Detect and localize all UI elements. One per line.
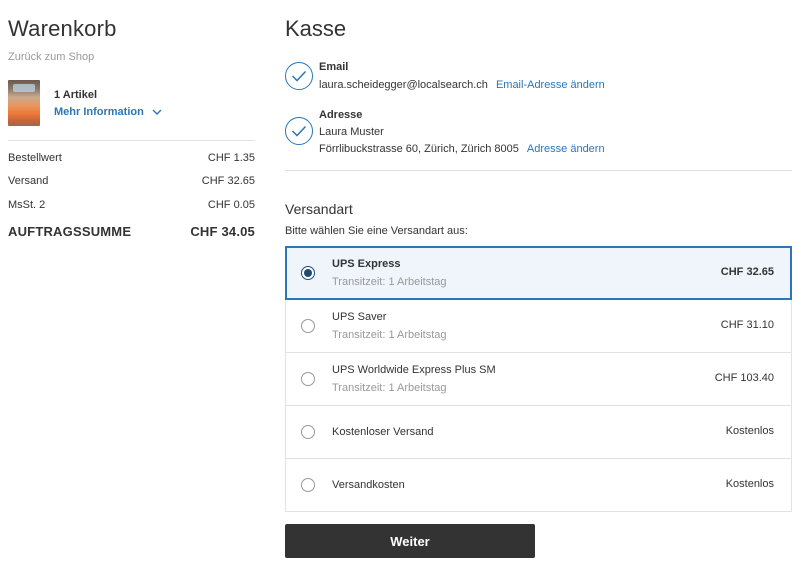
email-label: Email: [319, 61, 349, 73]
more-info-toggle[interactable]: Mehr Information: [54, 106, 162, 118]
radio[interactable]: [301, 425, 315, 439]
option-name: UPS Saver: [332, 311, 387, 323]
option-price: CHF 32.65: [720, 266, 774, 278]
summary-value: CHF 32.65: [201, 175, 255, 187]
checkmark-icon: [291, 125, 307, 137]
address-row: Förrlibuckstrasse 60, Zürich, Zürich 800…: [319, 143, 605, 155]
email-value: laura.scheidegger@localsearch.ch: [319, 79, 488, 91]
radio[interactable]: [301, 372, 315, 386]
checkout-title: Kasse: [285, 16, 347, 41]
change-address-link[interactable]: Adresse ändern: [527, 143, 605, 155]
shipping-option-ups-express[interactable]: UPS Express Transitzeit: 1 Arbeitstag CH…: [285, 246, 792, 300]
address-complete-icon: [285, 117, 313, 145]
summary-row-order-value: Bestellwert CHF 1.35: [8, 152, 255, 164]
shipping-hint: Bitte wählen Sie eine Versandart aus:: [285, 225, 468, 237]
shipping-option-ups-saver[interactable]: UPS Saver Transitzeit: 1 Arbeitstag CHF …: [285, 300, 792, 353]
radio[interactable]: [301, 478, 315, 492]
back-to-shop-link[interactable]: Zurück zum Shop: [8, 51, 94, 63]
summary-row-shipping: Versand CHF 32.65: [8, 175, 255, 187]
product-thumbnail: [8, 80, 40, 126]
shipping-options: UPS Express Transitzeit: 1 Arbeitstag CH…: [285, 246, 792, 512]
divider: [8, 140, 255, 141]
chevron-down-icon: [152, 109, 162, 115]
continue-button[interactable]: Weiter: [285, 524, 535, 558]
option-transit: Transitzeit: 1 Arbeitstag: [332, 329, 447, 341]
total-label: AUFTRAGSSUMME: [8, 224, 132, 239]
email-complete-icon: [285, 62, 313, 90]
more-info-label: Mehr Information: [54, 106, 144, 118]
summary-row-total: AUFTRAGSSUMME CHF 34.05: [8, 224, 255, 239]
cart-title: Warenkorb: [8, 16, 117, 41]
summary-label: Bestellwert: [8, 152, 62, 164]
radio-selected[interactable]: [301, 266, 315, 280]
radio[interactable]: [301, 319, 315, 333]
option-name: Versandkosten: [332, 479, 405, 491]
address-street: Förrlibuckstrasse 60, Zürich, Zürich 800…: [319, 143, 519, 155]
email-row: laura.scheidegger@localsearch.ch Email-Ad…: [319, 79, 605, 91]
shipping-title: Versandart: [285, 201, 353, 217]
summary-value: CHF 1.35: [207, 152, 255, 164]
shipping-option-free[interactable]: Kostenloser Versand Kostenlos: [285, 406, 792, 459]
summary-label: Versand: [8, 175, 49, 187]
item-count: 1 Artikel: [54, 89, 98, 101]
option-price: Kostenlos: [725, 425, 774, 437]
divider: [285, 170, 792, 171]
summary-value: CHF 0.05: [207, 199, 255, 211]
option-price: CHF 103.40: [714, 372, 774, 384]
option-name: UPS Worldwide Express Plus SM: [332, 364, 496, 376]
summary-label: MsSt. 2: [8, 199, 46, 211]
option-price: Kostenlos: [725, 478, 774, 490]
summary-row-vat: MsSt. 2 CHF 0.05: [8, 199, 255, 211]
option-name: UPS Express: [332, 258, 401, 270]
option-transit: Transitzeit: 1 Arbeitstag: [332, 276, 447, 288]
option-price: CHF 31.10: [720, 319, 774, 331]
change-email-link[interactable]: Email-Adresse ändern: [496, 79, 605, 91]
checkmark-icon: [291, 70, 307, 82]
option-transit: Transitzeit: 1 Arbeitstag: [332, 382, 447, 394]
address-name: Laura Muster: [319, 126, 384, 138]
shipping-option-ups-worldwide[interactable]: UPS Worldwide Express Plus SM Transitzei…: [285, 353, 792, 406]
shipping-option-costs[interactable]: Versandkosten Kostenlos: [285, 459, 792, 512]
address-label: Adresse: [319, 109, 363, 121]
total-value: CHF 34.05: [190, 224, 255, 239]
option-name: Kostenloser Versand: [332, 426, 434, 438]
